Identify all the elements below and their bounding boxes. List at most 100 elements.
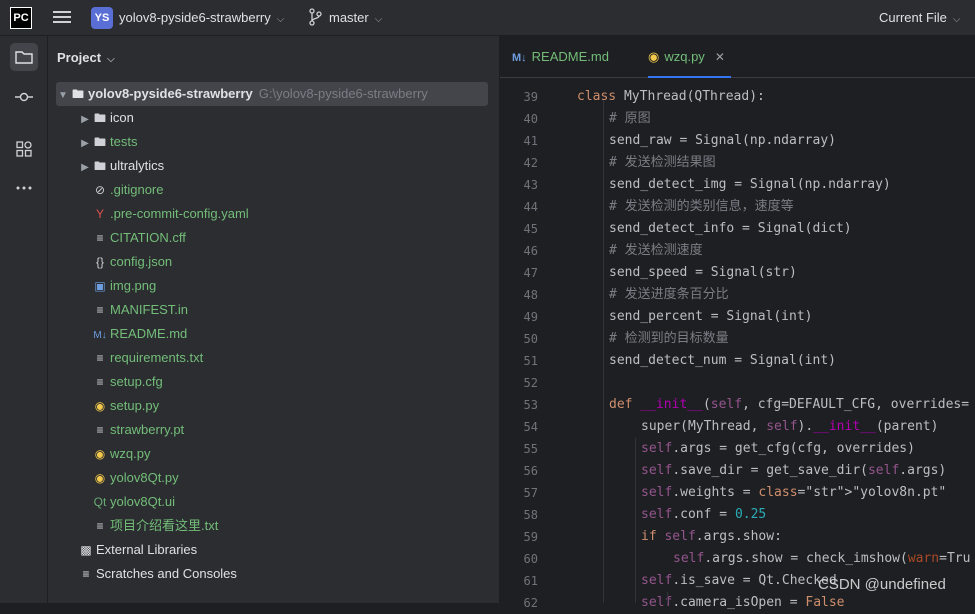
tree-item-label: icon [110,110,134,125]
tree-item-label: img.png [110,278,157,293]
tree-item[interactable]: ◉ setup.py [78,394,159,418]
project-badge[interactable]: YS [91,7,113,29]
line-number: 57 [523,486,538,500]
line-number: 50 [523,332,538,346]
code-line[interactable]: send_raw = Signal(np.ndarray) [609,130,836,152]
project-panel-title[interactable]: Project ⌵ [57,50,115,65]
close-icon[interactable]: ✕ [715,50,725,64]
external-libraries-node[interactable]: ▩ External Libraries [78,538,197,562]
tree-item[interactable]: ▶ 🖿 icon [78,106,134,130]
code-line[interactable]: # 原图 [609,108,651,130]
tree-item-label: tests [110,134,138,149]
code-line[interactable]: send_detect_info = Signal(dict) [609,218,852,240]
watermark: CSDN @undefined [818,576,946,593]
line-number: 39 [523,90,538,104]
code-line[interactable]: if self.args.show: [641,526,782,548]
code-line[interactable]: # 发送进度条百分比 [609,284,729,306]
expand-arrow-icon[interactable]: ▶ [78,108,92,132]
main-menu-icon[interactable] [52,8,72,28]
line-number: 46 [523,244,538,258]
tree-item[interactable]: ◉ wzq.py [78,442,151,466]
tree-root[interactable]: ▼ 🖿 yolov8-pyside6-strawberry G:\yolov8-pys… [56,82,488,106]
tree-item[interactable]: ▣ img.png [78,274,156,298]
tree-item[interactable]: ≡ setup.cfg [78,370,163,394]
tree-item[interactable]: ◉ yolov8Qt.py [78,466,179,490]
code-line[interactable]: self.is_save = Qt.Checked [641,570,837,592]
tree-item-label: 项目介绍看这里.txt [110,518,219,533]
run-config-selector[interactable]: Current File ⌵ [879,10,961,25]
code-line[interactable]: self.weights = class="str">"yolov8n.pt" [641,482,946,504]
code-line[interactable]: send_detect_img = Signal(np.ndarray) [609,174,891,196]
indent-guide [603,100,604,603]
code-line[interactable]: send_speed = Signal(str) [609,262,797,284]
line-number: 56 [523,464,538,478]
tree-item-label: requirements.txt [110,350,204,365]
python-icon: ◉ [648,49,660,64]
line-number: 58 [523,508,538,522]
tree-item[interactable]: ≡ MANIFEST.in [78,298,188,322]
code-line[interactable]: self.camera_isOpen = False [641,592,845,614]
code-line[interactable]: # 检测到的目标数量 [609,328,729,350]
code-line[interactable]: self.args = get_cfg(cfg, overrides) [641,438,915,460]
project-tool-button[interactable] [10,43,38,71]
indent-guide [635,438,636,603]
run-config-label: Current File [879,10,947,25]
tab-label: wzq.py [664,49,705,64]
code-line[interactable]: send_percent = Signal(int) [609,306,813,328]
code-line[interactable]: self.conf = 0.25 [641,504,766,526]
tree-item[interactable]: ▶ 🖿 tests [78,130,137,154]
code-line[interactable]: send_detect_num = Signal(int) [609,350,836,372]
scratches-label: Scratches and Consoles [96,566,237,581]
tree-item[interactable]: ≡ strawberry.pt [78,418,184,442]
tree-item-label: setup.cfg [110,374,163,389]
tree-item-label: .gitignore [110,182,164,197]
code-line[interactable]: # 发送检测结果图 [609,152,716,174]
expand-arrow-icon[interactable]: ▶ [78,156,92,180]
scratches-node[interactable]: ≡ Scratches and Consoles [78,562,237,586]
code-line[interactable]: # 发送检测的类别信息，速度等 [609,196,794,218]
package-icon: 🖿 [93,159,106,173]
tree-item[interactable]: Y .pre-commit-config.yaml [78,202,249,226]
external-libraries-label: External Libraries [96,542,198,557]
tree-item[interactable]: Qt yolov8Qt.ui [78,490,175,514]
code-line[interactable]: def __init__(self, cfg=DEFAULT_CFG, over… [609,394,969,416]
line-number: 52 [523,376,538,390]
code-line[interactable]: self.save_dir = get_save_dir(self.args) [641,460,946,482]
project-switcher[interactable]: yolov8-pyside6-strawberry ⌵ [119,10,284,25]
commit-tool-button[interactable] [10,83,38,111]
chevron-down-icon: ⌵ [107,54,115,65]
tab-readme[interactable]: M↓ README.md [512,36,609,78]
tab-wzq[interactable]: ◉ wzq.py ✕ [648,36,731,78]
expand-arrow-icon[interactable]: ▶ [78,132,92,156]
code-line[interactable]: self.args.show = check_imshow(warn=Tru [673,548,970,570]
more-tools-button[interactable] [10,174,38,202]
tree-item[interactable]: {} config.json [78,250,172,274]
tree-item[interactable]: ▶ 🖿 ultralytics [78,154,164,178]
structure-icon [16,141,32,157]
tree-item[interactable]: ⊘ .gitignore [78,178,164,202]
tree-item-label: yolov8Qt.ui [110,494,176,509]
chevron-down-icon: ⌵ [952,14,961,25]
tree-item[interactable]: ≡ 项目介绍看这里.txt [78,514,218,538]
python-icon: ◉ [94,447,106,461]
code-line[interactable]: super(MyThread, self).__init__(parent) [641,416,938,438]
pycharm-logo[interactable]: PC [10,7,32,29]
python-icon: ◉ [94,399,106,413]
expand-arrow-icon[interactable]: ▼ [56,84,70,108]
tree-item-label: setup.py [110,398,160,413]
git-branch-icon[interactable] [308,8,322,29]
code-line[interactable]: class MyThread(QThread): [577,86,765,108]
tree-item-label: .pre-commit-config.yaml [110,206,249,221]
code-line[interactable]: # 发送检测速度 [609,240,703,262]
library-icon: ▩ [80,543,92,557]
branch-switcher[interactable]: master ⌵ [329,10,382,25]
tree-item-label: strawberry.pt [110,422,185,437]
structure-tool-button[interactable] [10,135,38,163]
commit-icon [15,92,33,102]
image-icon: ▣ [94,279,106,293]
tree-item[interactable]: ≡ requirements.txt [78,346,203,370]
tree-item[interactable]: M↓ README.md [78,322,187,346]
root-folder-name: yolov8-pyside6-strawberry [88,86,253,101]
line-number: 49 [523,310,538,324]
tree-item[interactable]: ≡ CITATION.cff [78,226,185,250]
